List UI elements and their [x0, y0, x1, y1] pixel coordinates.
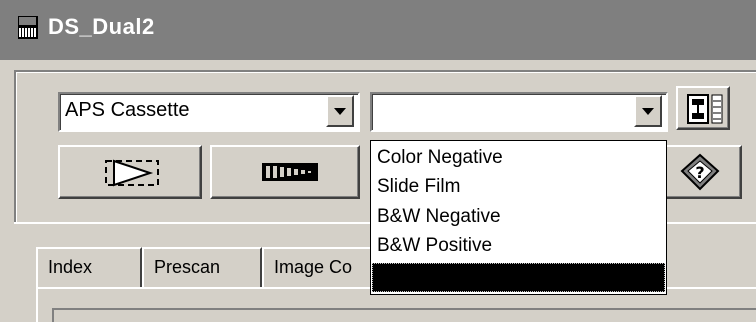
film-format-value: APS Cassette: [65, 99, 190, 121]
svg-text:?: ?: [695, 163, 704, 182]
dropdown-option-bw-negative[interactable]: B&W Negative: [377, 205, 501, 229]
film-strip-button[interactable]: [210, 145, 360, 199]
chevron-down-icon: [334, 108, 346, 115]
dropdown-option-bw-positive[interactable]: B&W Positive: [377, 234, 492, 258]
film-type-dropdown-list[interactable]: Color Negative Slide Film B&W Negative B…: [370, 140, 667, 295]
tab-image-correction[interactable]: Image Co: [262, 247, 382, 287]
film-adjust-button[interactable]: [676, 86, 730, 130]
film-type-select[interactable]: [370, 92, 668, 132]
dropdown-option-blank-selected[interactable]: [372, 263, 665, 292]
app-icon[interactable]: [18, 16, 38, 39]
app-window: DS_Dual2 APS Cassette ? Index Prescan Im…: [0, 0, 756, 322]
scan-forward-button[interactable]: [58, 145, 202, 199]
scan-forward-icon: [105, 159, 159, 187]
tab-prescan[interactable]: Prescan: [142, 247, 262, 287]
help-book-icon: ?: [680, 153, 720, 191]
window-title: DS_Dual2: [48, 14, 155, 39]
dropdown-option-slide-film[interactable]: Slide Film: [377, 175, 460, 199]
help-button[interactable]: ?: [660, 145, 742, 199]
film-format-select[interactable]: APS Cassette: [58, 92, 360, 132]
tab-content-frame: [52, 308, 756, 322]
tab-prescan-label: Prescan: [154, 257, 221, 277]
film-strip-icon: [262, 163, 318, 181]
tab-image-correction-label: Image Co: [274, 257, 353, 277]
chevron-down-icon: [642, 108, 654, 115]
tab-index-label: Index: [48, 257, 93, 277]
film-type-dropdown-button[interactable]: [634, 95, 662, 127]
film-adjust-icon: [687, 94, 723, 124]
film-format-dropdown-button[interactable]: [326, 95, 354, 127]
tab-index[interactable]: Index: [36, 247, 142, 287]
dropdown-option-color-negative[interactable]: Color Negative: [377, 146, 503, 170]
